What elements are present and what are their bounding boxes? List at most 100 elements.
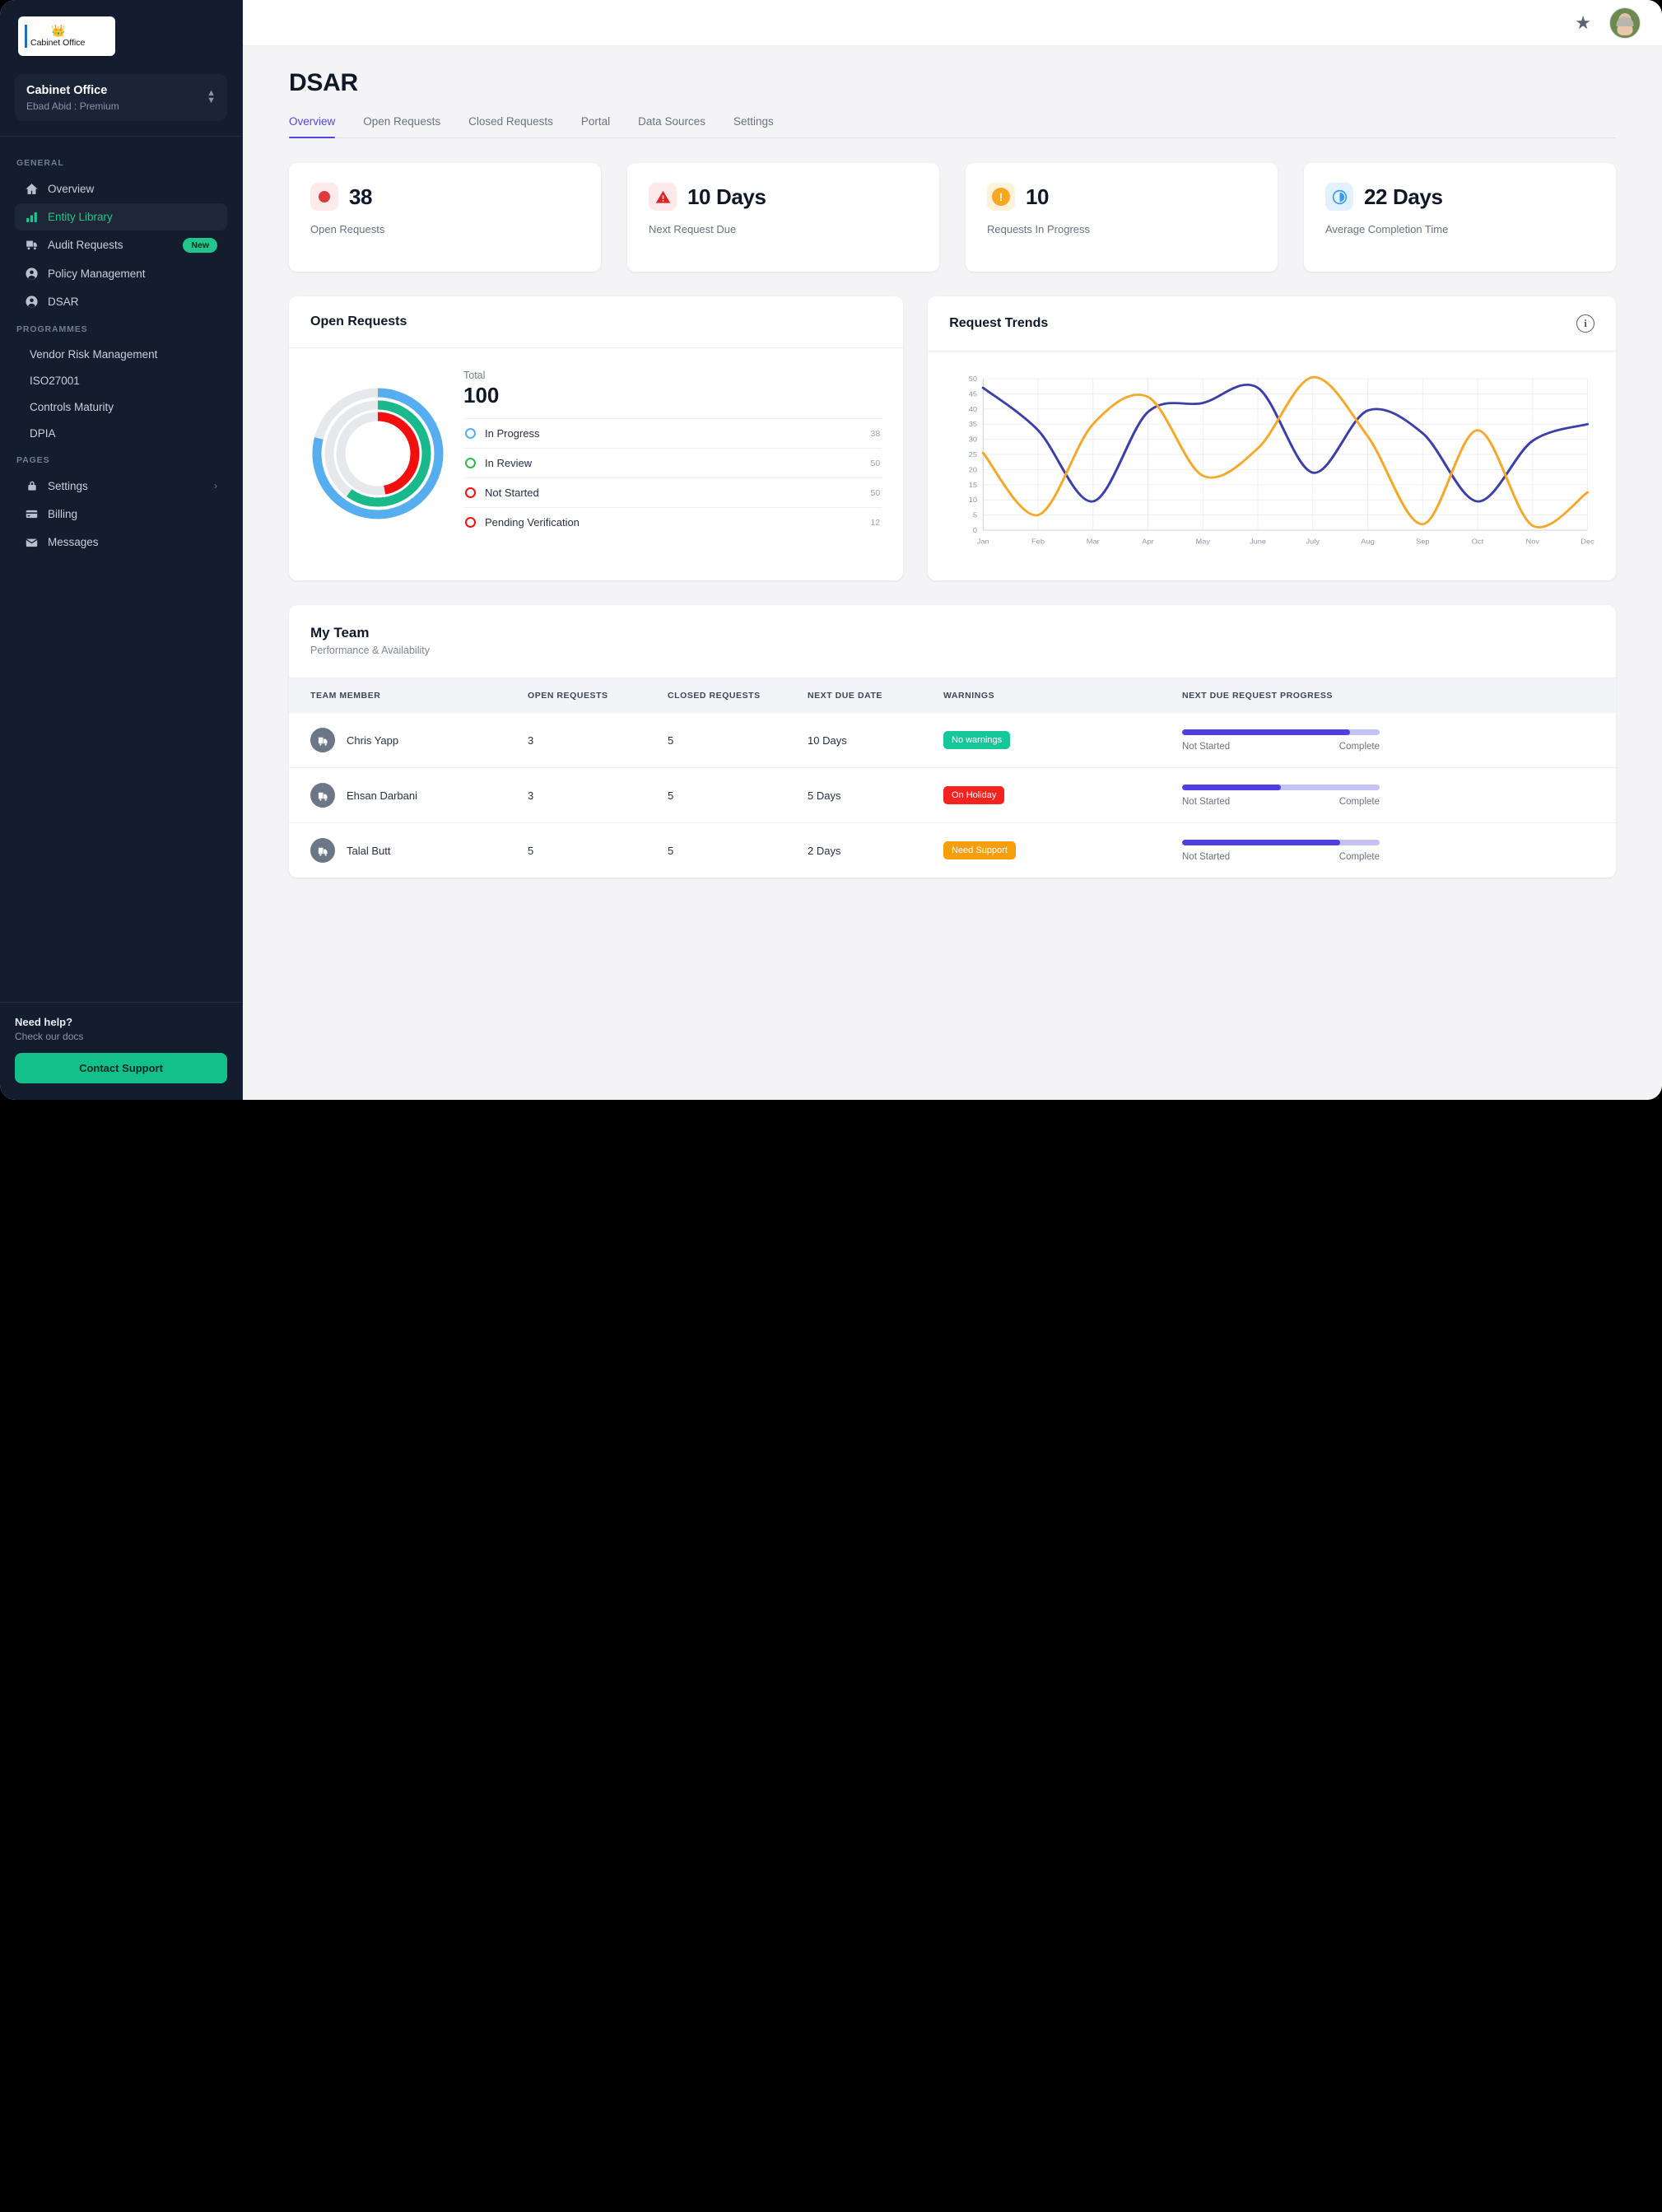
mail-icon (25, 535, 39, 549)
member-name: Chris Yapp (347, 733, 399, 747)
tab-data-sources[interactable]: Data Sources (638, 115, 705, 137)
star-icon[interactable]: ★ (1575, 13, 1591, 32)
member-name: Ehsan Darbani (347, 789, 417, 802)
status-ring-icon (465, 487, 476, 498)
progress-end-label: Complete (1338, 851, 1380, 862)
bar-chart-icon (25, 210, 39, 224)
sidebar-item-vendor-risk-management[interactable]: Vendor Risk Management (15, 342, 227, 367)
open-requests-card: Open Requests Total 100 In Progress 38 I… (289, 296, 904, 580)
request-trends-card: Request Trends i 0 5 10 15 20 25 30 35 40 45 50 Jan… (928, 296, 1616, 580)
x-tick-label: Aug (1361, 538, 1375, 545)
sidebar-item-overview[interactable]: Overview (15, 175, 227, 203)
sidebar-item-dpia[interactable]: DPIA (15, 421, 227, 446)
tab-settings[interactable]: Settings (733, 115, 774, 137)
table-header-row: TEAM MEMBER OPEN REQUESTS CLOSED REQUEST… (289, 678, 1616, 713)
request-trends-chart: 0 5 10 15 20 25 30 35 40 45 50 Jan Feb Mar Apr May June J… (928, 352, 1616, 580)
org-switcher[interactable]: Cabinet Office Ebad Abid : Premium ▲ ▼ (15, 74, 227, 121)
sidebar-item-policy-management[interactable]: Policy Management (15, 260, 227, 287)
request-trends-header: Request Trends i (928, 296, 1616, 352)
alert-circle-icon: ! (987, 183, 1015, 211)
x-tick-label: Apr (1143, 538, 1155, 545)
sidebar-logo-wrap: 👑 Cabinet Office (0, 0, 242, 63)
stat-value: 38 (349, 184, 373, 209)
table-row[interactable]: Ehsan Darbani 3 5 5 Days On Holiday Not Start… (289, 767, 1616, 823)
info-icon[interactable]: i (1576, 314, 1594, 333)
progress-fill (1182, 839, 1340, 845)
my-team-subtitle: Performance & Availability (310, 645, 430, 656)
sidebar-section-general: GENERAL (16, 157, 64, 168)
card-title: Request Trends (949, 316, 1049, 330)
avatar[interactable] (1609, 7, 1641, 39)
table-row[interactable]: Talal Butt 5 5 2 Days Need Support Not Starte… (289, 823, 1616, 878)
x-tick-label: Mar (1087, 538, 1100, 545)
sidebar-item-label: Settings (48, 479, 88, 492)
tab-portal[interactable]: Portal (581, 115, 610, 137)
sidebar-item-dsar[interactable]: DSAR (15, 288, 227, 315)
progress-start-label: Not Started (1182, 796, 1231, 807)
sidebar-nav: GENERAL Overview Entity Library Audit Re… (0, 137, 242, 1002)
card-title: Open Requests (310, 314, 407, 328)
sidebar-item-iso27001[interactable]: ISO27001 (15, 368, 227, 394)
avatar (310, 838, 335, 863)
open-requests-header: Open Requests (289, 296, 904, 348)
truck-icon (25, 238, 39, 252)
x-tick-label: Oct (1472, 538, 1484, 545)
legend-item-in-progress: In Progress 38 (463, 418, 882, 448)
page-stage: 👑 Cabinet Office Cabinet Office Ebad Abi… (0, 0, 1662, 2212)
stat-value: 10 (1026, 184, 1050, 209)
y-tick-label: 5 (973, 511, 977, 519)
sidebar-section-pages: PAGES (16, 454, 50, 465)
progress-bar: Not Started Complete (1182, 839, 1380, 862)
help-subtitle: Check our docs (15, 1031, 84, 1042)
stat-card-average-completion-time: 22 Days Average Completion Time (1304, 163, 1616, 272)
progress-track (1182, 784, 1380, 790)
col-open-requests: OPEN REQUESTS (528, 678, 668, 713)
col-next-due-date: NEXT DUE DATE (808, 678, 943, 713)
col-team-member: TEAM MEMBER (289, 678, 528, 713)
sidebar-item-label: Policy Management (48, 267, 146, 280)
sidebar-item-audit-requests[interactable]: Audit Requests New (15, 231, 227, 259)
x-tick-label: June (1250, 538, 1266, 545)
legend-item-not-started: Not Started 50 (463, 477, 882, 507)
red-dot-icon (310, 183, 338, 211)
col-next-due-request-progress: NEXT DUE REQUEST PROGRESS (1182, 678, 1616, 713)
contact-support-button[interactable]: Contact Support (15, 1053, 227, 1083)
sidebar-item-messages[interactable]: Messages (15, 529, 227, 556)
member-name: Talal Butt (347, 844, 391, 857)
table-row[interactable]: Chris Yapp 3 5 10 Days No warnings Not Starte… (289, 713, 1616, 768)
updown-chevron-icon: ▲ ▼ (207, 88, 216, 106)
sidebar-item-settings[interactable]: Settings › (15, 473, 227, 500)
credit-card-icon (25, 507, 39, 521)
total-value: 100 (463, 383, 500, 407)
cell-open-requests: 3 (528, 767, 668, 823)
y-tick-label: 20 (969, 466, 977, 473)
tab-open-requests[interactable]: Open Requests (363, 115, 440, 137)
topbar: ★ (243, 0, 1662, 46)
sidebar-item-label: ISO27001 (30, 374, 80, 387)
cell-next-due-date: 10 Days (808, 713, 943, 768)
tab-bar: Overview Open Requests Closed Requests P… (289, 115, 1616, 138)
stat-card-next-request-due: 10 Days Next Request Due (627, 163, 939, 272)
stat-cards: 38 Open Requests 10 Days Next Request Du… (289, 163, 1616, 272)
y-tick-label: 15 (969, 481, 977, 488)
sidebar-item-label: Audit Requests (48, 239, 123, 252)
app-window: 👑 Cabinet Office Cabinet Office Ebad Abi… (0, 0, 1662, 1100)
user-circle-icon (25, 295, 39, 309)
progress-bar: Not Started Complete (1182, 784, 1380, 807)
progress-end-label: Complete (1338, 796, 1380, 807)
legend-label: In Progress (485, 427, 540, 440)
sidebar-item-controls-maturity[interactable]: Controls Maturity (15, 394, 227, 420)
legend-label: Not Started (485, 487, 539, 499)
sidebar-item-billing[interactable]: Billing (15, 501, 227, 528)
cell-closed-requests: 5 (668, 767, 808, 823)
sidebar-section-programmes: PROGRAMMES (16, 324, 88, 334)
org-name: Cabinet Office (26, 84, 108, 97)
stat-value: 10 Days (687, 184, 766, 209)
tab-overview[interactable]: Overview (289, 115, 336, 138)
sidebar-item-label: DSAR (48, 295, 79, 308)
my-team-header: My Team Performance & Availability (289, 605, 1616, 678)
tab-closed-requests[interactable]: Closed Requests (468, 115, 553, 137)
col-warnings: WARNINGS (943, 678, 1182, 713)
sidebar-item-label: Controls Maturity (30, 400, 114, 413)
sidebar-item-entity-library[interactable]: Entity Library (15, 203, 227, 231)
